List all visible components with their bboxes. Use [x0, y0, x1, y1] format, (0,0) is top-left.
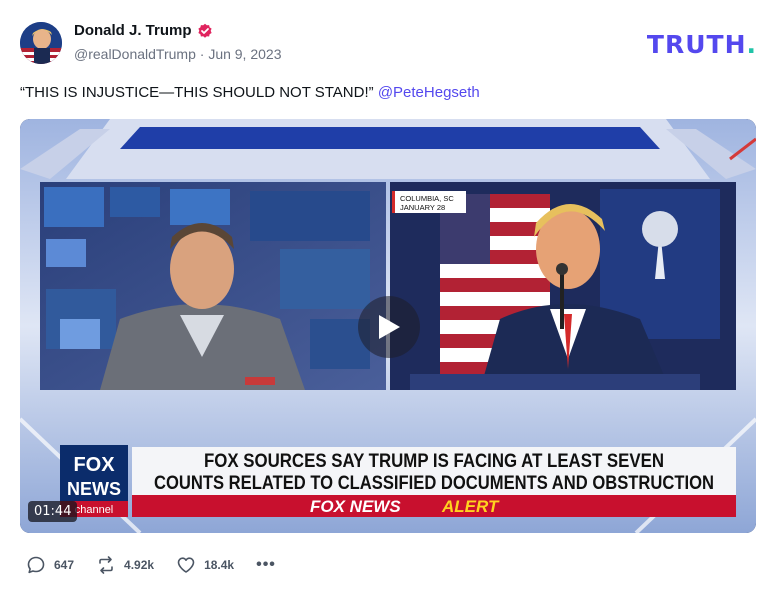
post-body: “THIS IS INJUSTICE—THIS SHOULD NOT STAND… [20, 84, 374, 101]
reply-button[interactable]: 647 [26, 555, 74, 575]
truth-social-logo[interactable]: TRUTH. [647, 30, 757, 59]
headline-line1: FOX SOURCES SAY TRUMP IS FACING AT LEAST… [204, 451, 664, 472]
repost-button[interactable]: 4.92k [96, 555, 154, 575]
channel-logo-line2: NEWS [67, 479, 121, 499]
play-button[interactable] [358, 296, 420, 358]
channel-logo-line3: channel [75, 504, 114, 516]
reply-count: 647 [54, 558, 75, 572]
like-count: 18.4k [204, 558, 235, 572]
like-button[interactable]: 18.4k [176, 555, 234, 575]
more-options-button[interactable]: ••• [256, 556, 276, 574]
logo-text: TRUTH [646, 30, 747, 59]
logo-dot: . [746, 30, 757, 59]
video-duration: 01:44 [28, 501, 78, 522]
mention-link[interactable]: @PeteHegseth [378, 84, 480, 101]
post-actions: 647 4.92k 18.4k ••• [26, 555, 276, 575]
repost-icon [99, 556, 113, 574]
headline-line2: COUNTS RELATED TO CLASSIFIED DOCUMENTS A… [154, 473, 714, 494]
avatar[interactable] [20, 22, 62, 64]
channel-logo-line1: FOX [73, 454, 115, 476]
heart-icon [177, 557, 195, 573]
post-date[interactable]: Jun 9, 2023 [208, 46, 281, 62]
meta-separator: · [199, 46, 205, 62]
alert-part2: ALERT [441, 497, 500, 516]
location-tag-line1: COLUMBIA, SC [400, 194, 454, 203]
author-name[interactable]: Donald J. Trump [74, 22, 192, 39]
reply-icon [27, 556, 45, 574]
avatar-image [20, 22, 62, 64]
repost-count: 4.92k [124, 558, 155, 572]
author-row: Donald J. Trump [74, 22, 213, 39]
play-icon [379, 315, 400, 339]
video-player[interactable]: COLUMBIA, SC JANUARY 28 FOX SOURCES SAY … [20, 119, 756, 533]
verified-badge-icon [197, 23, 213, 39]
post-text: “THIS IS INJUSTICE—THIS SHOULD NOT STAND… [20, 84, 480, 101]
location-tag-line2: JANUARY 28 [400, 203, 445, 212]
alert-part1: FOX NEWS [310, 497, 401, 516]
post-meta: @realDonaldTrump · Jun 9, 2023 [74, 46, 281, 62]
author-handle[interactable]: @realDonaldTrump [74, 46, 196, 62]
